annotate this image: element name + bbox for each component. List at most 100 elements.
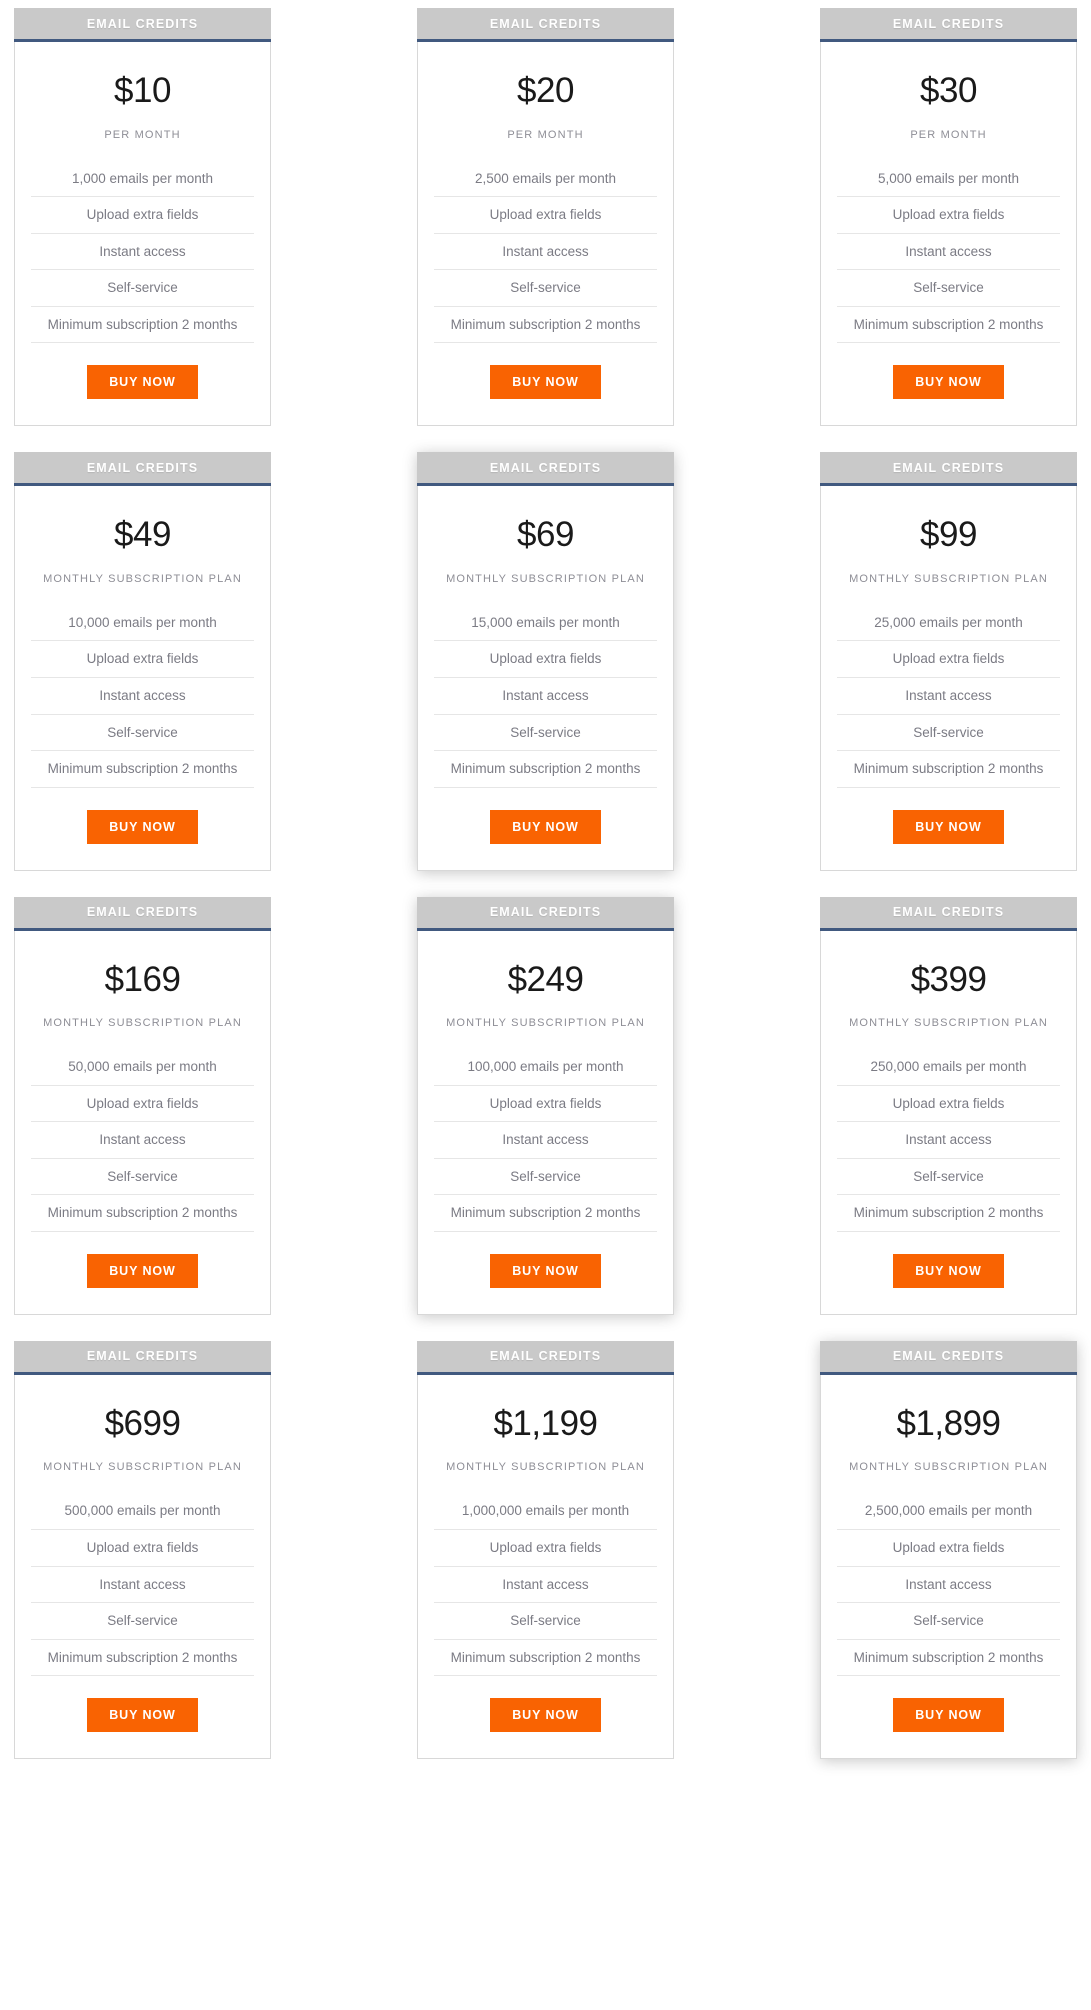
- feature-item: 15,000 emails per month: [434, 605, 657, 642]
- plan-price: $49: [114, 515, 171, 555]
- feature-item: 5,000 emails per month: [837, 161, 1060, 198]
- plan-price: $69: [517, 515, 574, 555]
- feature-item: Self-service: [434, 1159, 657, 1196]
- feature-item: Upload extra fields: [837, 641, 1060, 678]
- plan-price: $20: [517, 71, 574, 110]
- plan-card: EMAIL CREDITS $69 MONTHLY SUBSCRIPTION PLA…: [417, 452, 674, 871]
- feature-item: Upload extra fields: [31, 197, 254, 234]
- plan-card: EMAIL CREDITS $1,899 MONTHLY SUBSCRIPTION …: [820, 1340, 1077, 1760]
- plan-body: $1,899 MONTHLY SUBSCRIPTION PLAN 2,500,000…: [820, 1374, 1077, 1760]
- pricing-row: EMAIL CREDITS $169 MONTHLY SUBSCRIPTION PL…: [14, 896, 1077, 1315]
- pricing-row: EMAIL CREDITS $49 MONTHLY SUBSCRIPTION PLA…: [14, 452, 1077, 871]
- feature-item: Upload extra fields: [434, 1086, 657, 1123]
- feature-item: Minimum subscription 2 months: [31, 751, 254, 788]
- feature-item: 100,000 emails per month: [434, 1049, 657, 1086]
- buy-row: BUY NOW: [837, 1698, 1060, 1733]
- plan-header-label: EMAIL CREDITS: [86, 1349, 199, 1364]
- feature-item: 2,500,000 emails per month: [837, 1493, 1060, 1530]
- plan-price: $1,899: [896, 1403, 1001, 1443]
- buy-now-button[interactable]: BUY NOW: [490, 1253, 601, 1288]
- plan-price: $1,199: [493, 1403, 598, 1443]
- plan-header: EMAIL CREDITS: [14, 1340, 271, 1375]
- feature-item: 2,500 emails per month: [434, 161, 657, 198]
- buy-now-button[interactable]: BUY NOW: [87, 365, 198, 400]
- feature-list: 2,500 emails per month Upload extra field…: [434, 161, 657, 344]
- feature-item: Self-service: [837, 1603, 1060, 1640]
- buy-now-button[interactable]: BUY NOW: [893, 1698, 1004, 1733]
- plan-price: $10: [114, 71, 171, 110]
- buy-now-button[interactable]: BUY NOW: [490, 809, 601, 844]
- feature-item: Instant access: [434, 1122, 657, 1159]
- feature-item: Minimum subscription 2 months: [837, 307, 1060, 344]
- buy-now-button[interactable]: BUY NOW: [893, 1253, 1004, 1288]
- feature-item: Self-service: [434, 715, 657, 752]
- feature-item: Upload extra fields: [837, 197, 1060, 234]
- buy-now-button[interactable]: BUY NOW: [87, 1253, 198, 1288]
- buy-now-button[interactable]: BUY NOW: [87, 809, 198, 844]
- plan-header: EMAIL CREDITS: [417, 896, 674, 931]
- feature-list: 1,000,000 emails per month Upload extra f…: [434, 1493, 657, 1677]
- feature-item: Upload extra fields: [31, 1086, 254, 1123]
- feature-item: Instant access: [434, 234, 657, 271]
- feature-list: 100,000 emails per month Upload extra fie…: [434, 1049, 657, 1232]
- plan-period: MONTHLY SUBSCRIPTION PLAN: [446, 1017, 645, 1030]
- plan-header-label: EMAIL CREDITS: [489, 1349, 602, 1364]
- buy-now-button[interactable]: BUY NOW: [893, 365, 1004, 400]
- feature-item: Upload extra fields: [434, 1530, 657, 1567]
- plan-body: $49 MONTHLY SUBSCRIPTION PLAN 10,000 email…: [14, 486, 271, 871]
- plan-header: EMAIL CREDITS: [14, 452, 271, 487]
- buy-row: BUY NOW: [434, 1698, 657, 1733]
- plan-body: $399 MONTHLY SUBSCRIPTION PLAN 250,000 ema…: [820, 930, 1077, 1315]
- plan-period: MONTHLY SUBSCRIPTION PLAN: [849, 1017, 1048, 1030]
- feature-item: Self-service: [837, 1159, 1060, 1196]
- feature-item: 500,000 emails per month: [31, 1493, 254, 1530]
- plan-period: MONTHLY SUBSCRIPTION PLAN: [446, 1461, 645, 1474]
- feature-item: Upload extra fields: [434, 641, 657, 678]
- plan-header-label: EMAIL CREDITS: [86, 16, 199, 31]
- plan-card: EMAIL CREDITS $169 MONTHLY SUBSCRIPTION PL…: [14, 896, 271, 1315]
- feature-item: Minimum subscription 2 months: [31, 307, 254, 344]
- feature-list: 500,000 emails per month Upload extra fie…: [31, 1493, 254, 1677]
- plan-body: $20 PER MONTH 2,500 emails per month Upload…: [417, 42, 674, 427]
- plan-header-label: EMAIL CREDITS: [86, 460, 199, 475]
- buy-row: BUY NOW: [31, 365, 254, 400]
- plan-header: EMAIL CREDITS: [820, 452, 1077, 487]
- feature-item: Self-service: [31, 1603, 254, 1640]
- plan-body: $249 MONTHLY SUBSCRIPTION PLAN 100,000 ema…: [417, 930, 674, 1315]
- plan-header-label: EMAIL CREDITS: [892, 460, 1005, 475]
- feature-item: Instant access: [31, 1567, 254, 1604]
- plan-card: EMAIL CREDITS $249 MONTHLY SUBSCRIPTION PL…: [417, 896, 674, 1315]
- feature-item: Self-service: [31, 715, 254, 752]
- buy-row: BUY NOW: [31, 1698, 254, 1733]
- plan-header: EMAIL CREDITS: [820, 896, 1077, 931]
- plan-header: EMAIL CREDITS: [14, 896, 271, 931]
- feature-item: Upload extra fields: [31, 641, 254, 678]
- plan-period: PER MONTH: [910, 128, 987, 141]
- plan-header: EMAIL CREDITS: [417, 452, 674, 487]
- feature-item: Self-service: [31, 1159, 254, 1196]
- buy-now-button[interactable]: BUY NOW: [893, 809, 1004, 844]
- feature-item: Minimum subscription 2 months: [434, 751, 657, 788]
- pricing-row: EMAIL CREDITS $10 PER MONTH 1,000 emails pe…: [14, 8, 1077, 427]
- feature-item: Instant access: [31, 678, 254, 715]
- feature-item: Minimum subscription 2 months: [434, 1640, 657, 1677]
- feature-item: Self-service: [31, 270, 254, 307]
- buy-now-button[interactable]: BUY NOW: [490, 1698, 601, 1733]
- buy-now-button[interactable]: BUY NOW: [490, 365, 601, 400]
- feature-item: Self-service: [837, 270, 1060, 307]
- feature-list: 25,000 emails per month Upload extra fiel…: [837, 605, 1060, 788]
- buy-now-button[interactable]: BUY NOW: [87, 1698, 198, 1733]
- buy-row: BUY NOW: [837, 1253, 1060, 1288]
- feature-list: 10,000 emails per month Upload extra fiel…: [31, 605, 254, 788]
- feature-item: Self-service: [434, 1603, 657, 1640]
- feature-item: Upload extra fields: [31, 1530, 254, 1567]
- feature-item: Instant access: [434, 678, 657, 715]
- plan-period: MONTHLY SUBSCRIPTION PLAN: [849, 572, 1048, 585]
- plan-header: EMAIL CREDITS: [14, 8, 271, 42]
- feature-item: Instant access: [837, 234, 1060, 271]
- feature-list: 2,500,000 emails per month Upload extra f…: [837, 1493, 1060, 1677]
- feature-item: Minimum subscription 2 months: [837, 751, 1060, 788]
- plan-header-label: EMAIL CREDITS: [489, 905, 602, 920]
- plan-header: EMAIL CREDITS: [417, 8, 674, 42]
- feature-item: Minimum subscription 2 months: [31, 1195, 254, 1232]
